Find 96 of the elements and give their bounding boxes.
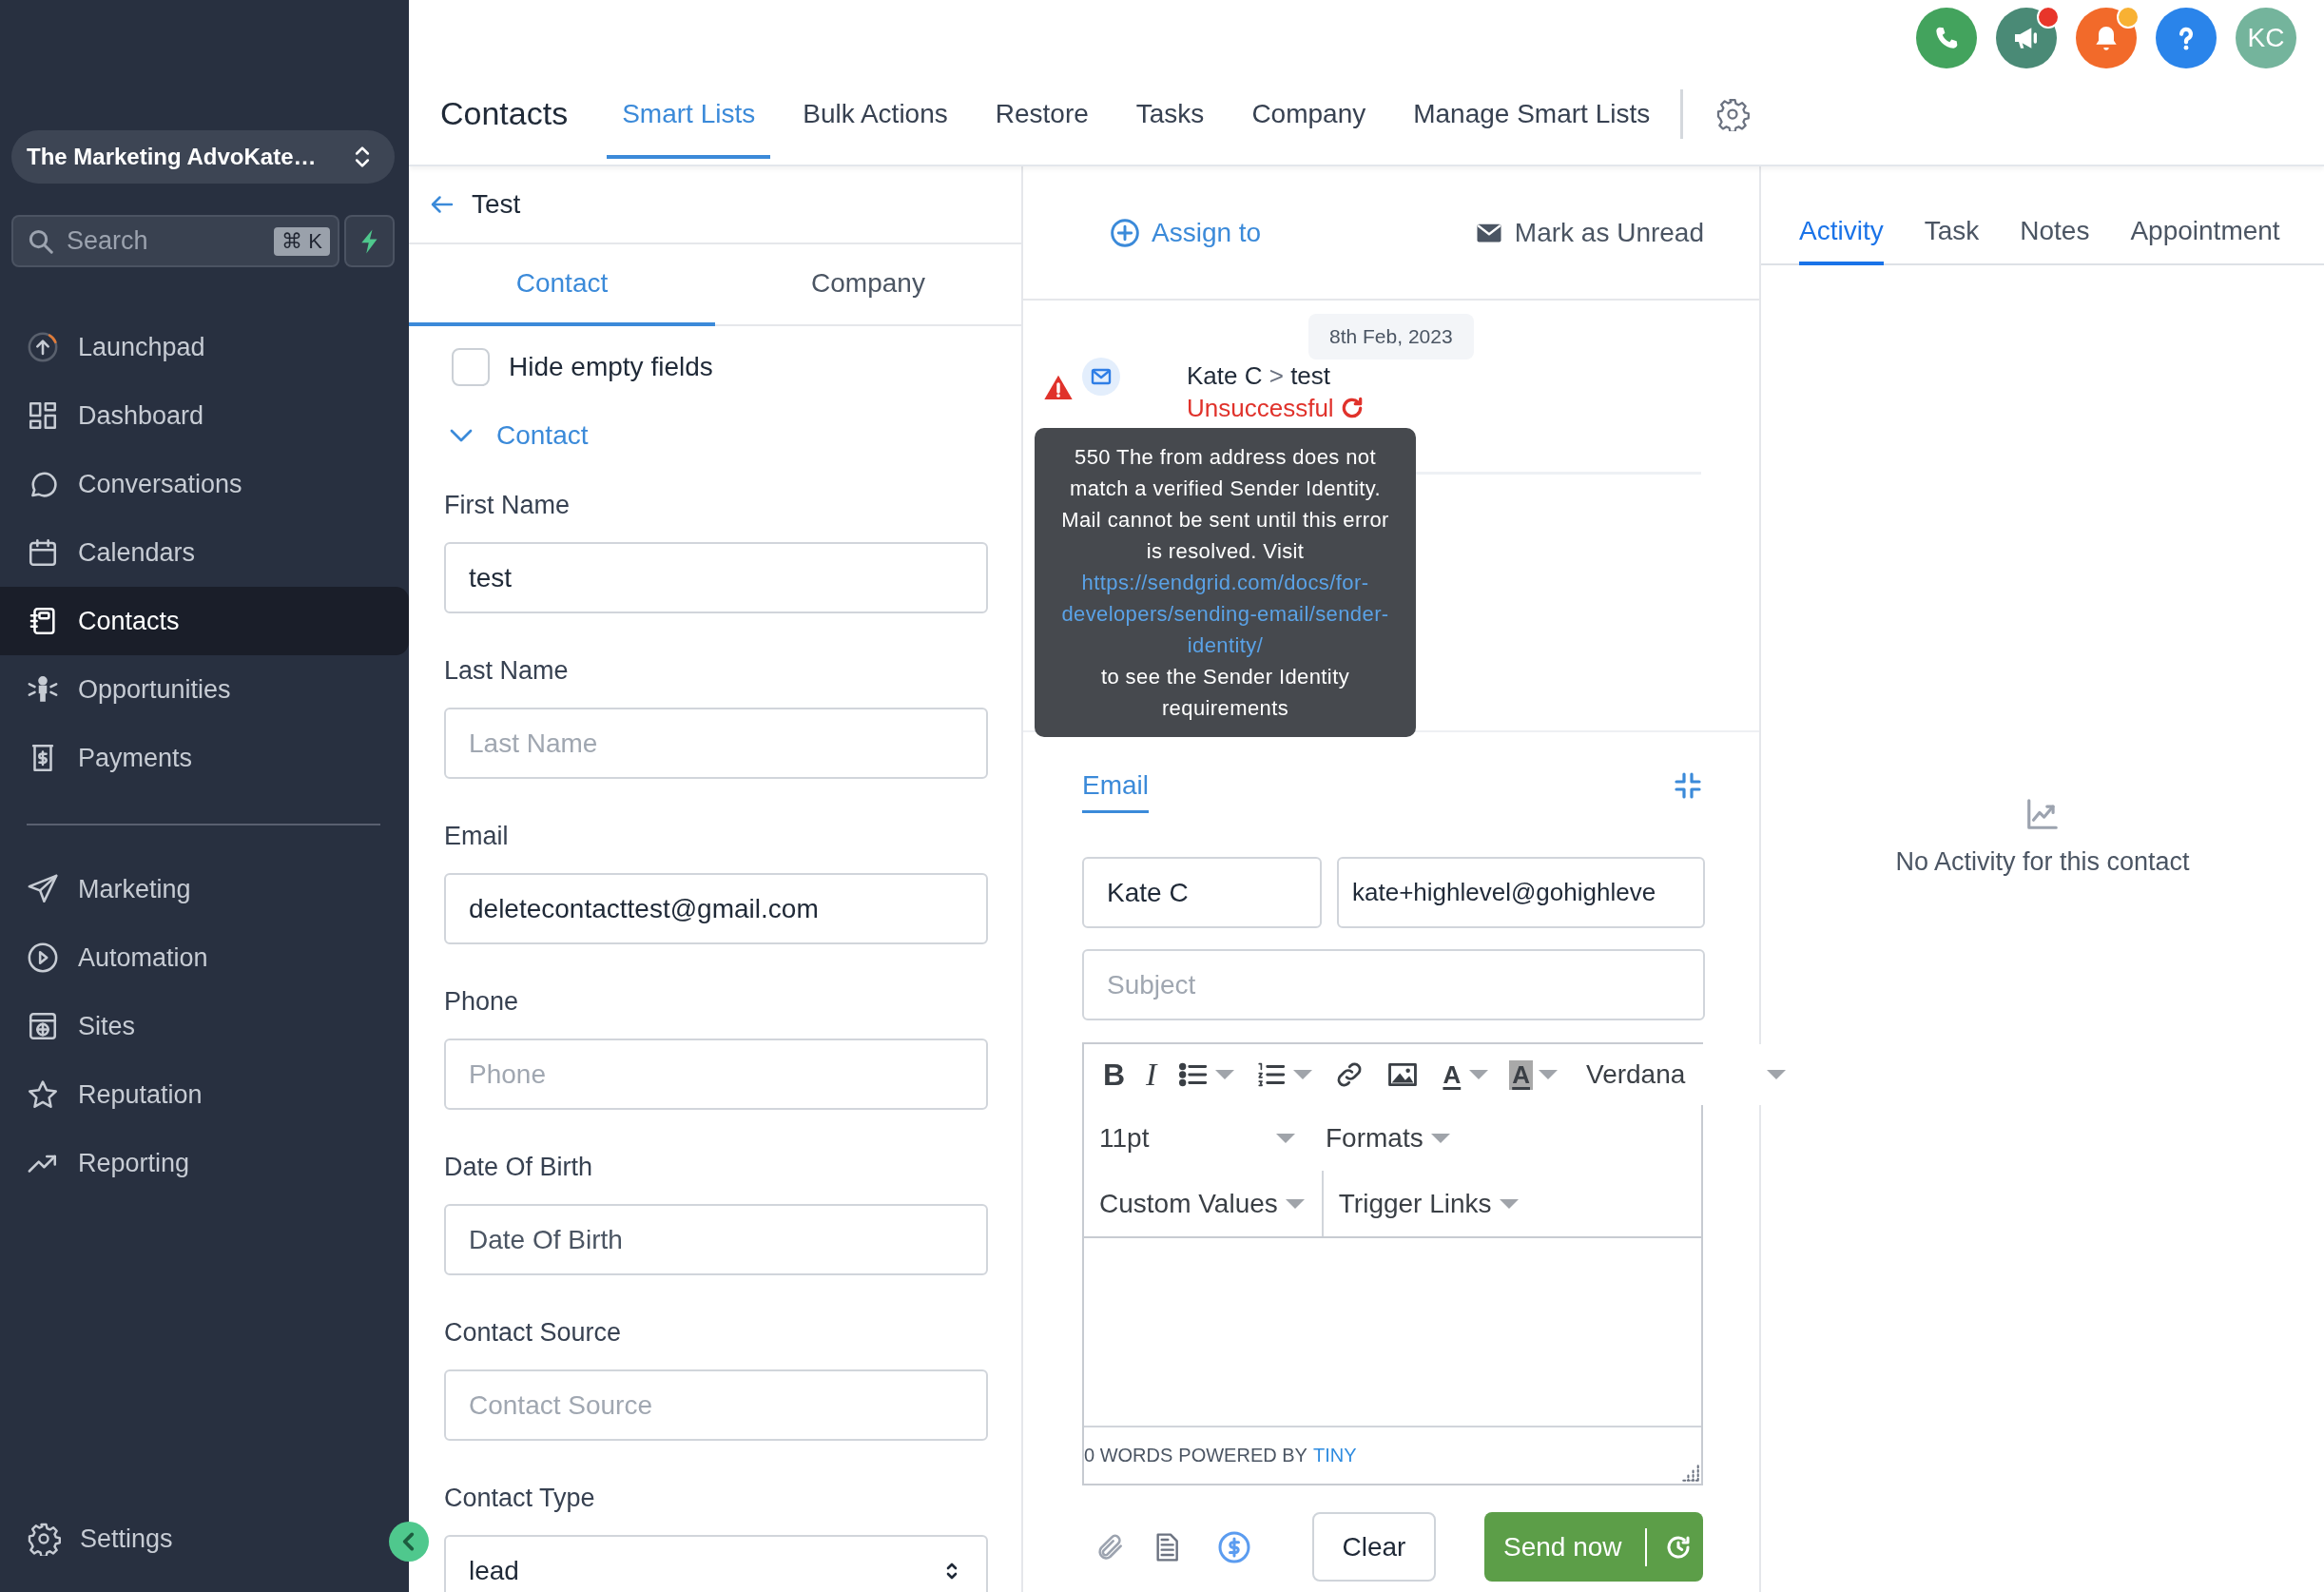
nav-item[interactable]: Automation [0, 923, 409, 992]
highlight-button[interactable]: A [1501, 1056, 1565, 1094]
field-label: Last Name [444, 655, 570, 687]
account-name: The Marketing AdvoKate… [27, 144, 317, 170]
date-field[interactable]: Date Of Birth [444, 1204, 988, 1275]
custom-values-dropdown[interactable]: Custom Values [1097, 1184, 1307, 1223]
settings-icon [27, 1522, 61, 1556]
error-tooltip: 550 The from address does not match a verified Sender Identity. Mail cannot be sent until this error is resolved. Visit https://sendgrid.com/docs/for-developers/sending-email/sender-identity/ to see the Sender Identity requirements [1035, 428, 1416, 737]
tab[interactable]: Activity [1799, 166, 1884, 265]
tiny-link[interactable]: TINY [1312, 1445, 1357, 1466]
formats-dropdown[interactable]: Formats [1324, 1118, 1452, 1157]
search-bar[interactable]: Search ⌘ K [11, 215, 339, 267]
subject-field[interactable]: Subject [1082, 949, 1705, 1020]
contact-name: Test [472, 189, 521, 220]
nav-item[interactable]: Payments [0, 724, 409, 792]
bold-button[interactable]: B [1095, 1053, 1133, 1097]
message-title: Kate C > test [1187, 360, 1332, 392]
input-field[interactable]: Last Name [444, 708, 988, 779]
nav-item[interactable]: Opportunities [0, 655, 409, 724]
nav-tab[interactable]: Smart Lists [607, 76, 771, 159]
nav-item[interactable]: Launchpad [0, 313, 409, 381]
payment-button[interactable] [1217, 1529, 1251, 1564]
megaphone-button[interactable] [1996, 8, 2057, 68]
tab[interactable]: Contact [409, 244, 715, 326]
nav-item[interactable]: Sites [0, 992, 409, 1060]
tab[interactable]: Company [715, 244, 1021, 326]
input-field[interactable]: Phone [444, 1039, 988, 1110]
nav-item[interactable]: Reputation [0, 1060, 409, 1129]
resize-grip-icon [1682, 1465, 1699, 1482]
nav-item[interactable]: Conversations [0, 450, 409, 518]
from-field[interactable]: Kate C [1082, 857, 1322, 928]
nav-item[interactable]: Dashboard [0, 381, 409, 450]
browser-window-icon [27, 1010, 59, 1042]
italic-button[interactable]: I [1138, 1053, 1165, 1097]
field-label: Contact Type [444, 1483, 596, 1514]
input-field[interactable]: Contact Source [444, 1369, 988, 1441]
font-dropdown[interactable]: Verdana [1578, 1056, 1794, 1094]
clear-button[interactable]: Clear [1312, 1512, 1436, 1582]
input-field[interactable]: test [444, 542, 988, 613]
font-size-dropdown[interactable]: 11pt [1097, 1118, 1297, 1157]
nav-tab[interactable]: Bulk Actions [787, 76, 963, 159]
field-label: First Name [444, 490, 571, 521]
launchpad-icon [27, 331, 59, 363]
nav-item[interactable]: Marketing [0, 855, 409, 923]
nav-tab[interactable]: Company [1236, 76, 1382, 159]
checkbox-label: Hide empty fields [509, 352, 713, 382]
caret-down-icon [1285, 1198, 1305, 1209]
assign-button[interactable]: Assign to [1110, 217, 1262, 248]
to-field[interactable]: kate+highlevel@gohighleve [1337, 857, 1705, 928]
lightning-button[interactable] [344, 215, 395, 267]
nav-tab[interactable]: Restore [979, 76, 1104, 159]
checkbox[interactable] [452, 348, 490, 386]
nav-item[interactable]: Settings [0, 1505, 202, 1573]
settings-icon [1715, 96, 1751, 131]
page-title: Contacts [440, 94, 569, 133]
nav-tab[interactable]: Manage Smart Lists [1398, 76, 1666, 159]
dashboard-icon [27, 399, 59, 432]
caret-down-icon [1430, 1133, 1450, 1143]
caret-down-icon [1499, 1198, 1519, 1209]
search-field[interactable]: Search [67, 226, 263, 256]
empty-message: No Activity for this contact [1895, 847, 2190, 877]
caret-down-icon [1276, 1133, 1295, 1143]
powered-by-text: POWERED BY [1178, 1445, 1307, 1466]
section-title: Contact [496, 420, 589, 451]
nav-item[interactable]: Reporting [0, 1129, 409, 1197]
chart-icon [2024, 796, 2061, 832]
tab[interactable]: Appointment [2130, 166, 2280, 265]
nav-tab[interactable]: Tasks [1120, 76, 1220, 159]
field-label: Email [444, 821, 510, 852]
mark-unread-button[interactable]: Mark as Unread [1474, 217, 1704, 248]
status-text: Unsuccessful [1187, 393, 1334, 424]
input-field[interactable]: deletecontacttest@gmail.com [444, 873, 988, 944]
select-field[interactable]: lead [444, 1535, 988, 1592]
tab[interactable]: Task [1924, 166, 1980, 265]
compress-icon [1673, 770, 1703, 801]
channel-tab[interactable]: Email [1082, 770, 1149, 813]
calendar-icon [27, 536, 59, 569]
word-count: 0 WORDS [1084, 1445, 1173, 1466]
star-icon [27, 1078, 59, 1111]
nav-item[interactable]: Contacts [0, 587, 409, 655]
tab[interactable]: Notes [2020, 166, 2090, 265]
text-color-button[interactable]: A [1432, 1056, 1497, 1094]
field-label: Phone [444, 986, 520, 1018]
field-label: Contact Source [444, 1317, 623, 1349]
shortcut-badge: ⌘ K [274, 226, 330, 256]
nav-item[interactable]: Calendars [0, 518, 409, 587]
plus-circle-icon [1110, 217, 1140, 248]
date-badge: 8th Feb, 2023 [1308, 314, 1474, 359]
bell-button[interactable] [2076, 8, 2137, 68]
dollar-circle-icon [1217, 1529, 1251, 1564]
paper-plane-icon [27, 873, 59, 905]
collapse-button[interactable] [389, 1522, 429, 1562]
account-switcher[interactable]: The Marketing AdvoKate… [11, 130, 395, 184]
trigger-links-dropdown[interactable]: Trigger Links [1336, 1184, 1520, 1223]
play-circle-icon [27, 942, 59, 974]
field-label: Date Of Birth [444, 1152, 594, 1183]
